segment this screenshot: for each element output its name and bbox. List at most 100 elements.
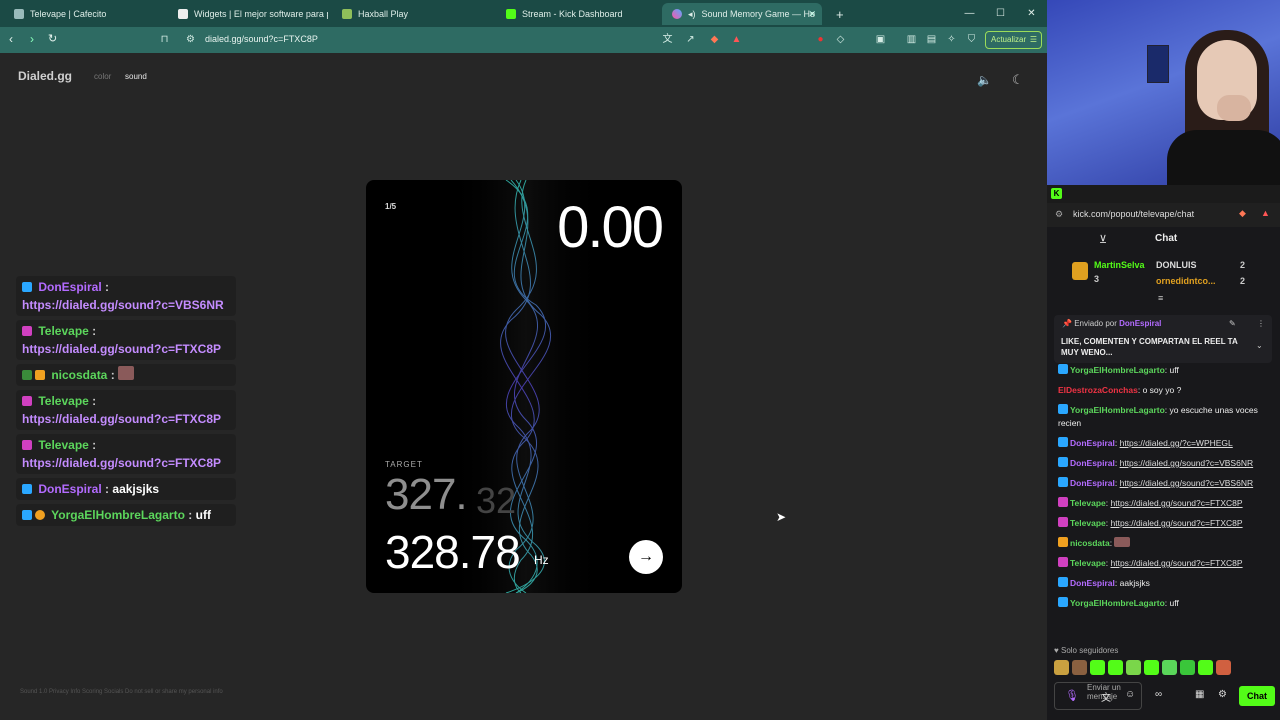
leaderboard-name[interactable]: ornedidntco... bbox=[1156, 276, 1216, 286]
expand-leaderboard-icon[interactable]: ≡ bbox=[1158, 293, 1163, 303]
site-settings-icon[interactable]: ⚙ bbox=[1055, 209, 1063, 220]
translate-icon[interactable]: 文 bbox=[1101, 689, 1111, 704]
chat-link[interactable]: https://dialed.gg/?c=WPHEGL bbox=[1120, 438, 1233, 448]
camera-icon[interactable]: ▣ bbox=[874, 33, 887, 46]
volume-icon[interactable]: 🔈 bbox=[977, 73, 992, 87]
brave-shield-icon[interactable]: ◆ bbox=[708, 33, 721, 46]
close-window-icon[interactable]: ✕ bbox=[1016, 0, 1047, 27]
send-chat-button[interactable]: Chat bbox=[1239, 686, 1275, 706]
tab-sound-memory-game[interactable]: ◂) Sound Memory Game — Ho ✕ bbox=[662, 3, 822, 25]
people-icon[interactable]: ∞ bbox=[1155, 689, 1162, 700]
chat-link[interactable]: https://dialed.gg/sound?c=VBS6NR bbox=[1120, 478, 1254, 488]
tab-favicon bbox=[342, 9, 352, 19]
vpn-icon[interactable]: ⛉ bbox=[965, 33, 978, 46]
gift-badge-icon bbox=[35, 510, 45, 520]
bookmark-icon[interactable]: ⊓ bbox=[158, 33, 171, 46]
chat-username[interactable]: Televape bbox=[1070, 518, 1106, 528]
share-icon[interactable]: ↗ bbox=[684, 33, 697, 46]
next-button[interactable]: → bbox=[629, 540, 663, 574]
tab-kick-dashboard[interactable]: Stream - Kick Dashboard bbox=[496, 3, 656, 25]
translate-icon[interactable]: 文 bbox=[661, 33, 674, 46]
emoji-icon[interactable]: ☺ bbox=[1125, 689, 1135, 700]
chevron-down-icon[interactable]: ⌄ bbox=[1256, 341, 1263, 350]
kick-url-field[interactable]: kick.com/popout/televape/chat bbox=[1073, 209, 1194, 219]
maximize-icon[interactable]: ☐ bbox=[985, 0, 1016, 27]
leaderboard-name[interactable]: DONLUIS bbox=[1156, 260, 1197, 270]
nav-color-link[interactable]: color bbox=[94, 72, 111, 81]
chat-username[interactable]: DonEspiral bbox=[1070, 478, 1115, 488]
extension-icon[interactable]: ● bbox=[814, 33, 827, 46]
emote-icon[interactable] bbox=[1180, 660, 1195, 675]
extension-icon[interactable]: ◇ bbox=[834, 33, 847, 46]
chat-link[interactable]: https://dialed.gg/sound?c=FTXC8P bbox=[1111, 518, 1243, 528]
chat-username[interactable]: DonEspiral bbox=[1070, 578, 1115, 588]
chat-username[interactable]: YorgaElHombreLagarto bbox=[1070, 405, 1165, 415]
target-value-fading: 32 bbox=[476, 480, 517, 521]
chat-message: DonEspiral: aakjsjks bbox=[1058, 577, 1270, 590]
more-options-icon[interactable]: ⋮ bbox=[1257, 319, 1265, 328]
leo-icon[interactable]: ✧ bbox=[945, 33, 958, 46]
chat-username[interactable]: YorgaElHombreLagarto bbox=[1070, 598, 1165, 608]
brave-shield-icon[interactable]: ◆ bbox=[1239, 208, 1246, 219]
leaderboard-count: 2 bbox=[1240, 260, 1246, 270]
wallet-icon[interactable]: ▤ bbox=[925, 33, 938, 46]
sidebar-icon[interactable]: ▥ bbox=[905, 33, 918, 46]
close-tab-icon[interactable]: ✕ bbox=[808, 9, 816, 20]
chat-username[interactable]: Televape bbox=[1070, 498, 1106, 508]
collapse-chat-icon[interactable]: ⊻ bbox=[1099, 233, 1107, 246]
store-icon[interactable]: ▦ bbox=[1195, 689, 1204, 700]
emote-icon[interactable] bbox=[1072, 660, 1087, 675]
overlay-message: DonEspiral : aakjsjks bbox=[16, 478, 236, 500]
emote-icon[interactable] bbox=[1108, 660, 1123, 675]
emote-icon[interactable] bbox=[1126, 660, 1141, 675]
chat-link[interactable]: https://dialed.gg/sound?c=VBS6NR bbox=[1120, 458, 1254, 468]
target-label: TARGET bbox=[385, 460, 423, 469]
menu-icon: ☰ bbox=[1029, 35, 1037, 44]
dialed-page: Dialed.gg color sound 🔈 ☾ 1/5 0.00 TARGE… bbox=[0, 53, 1047, 720]
chat-username[interactable]: ElDestrozaConchas bbox=[1058, 385, 1138, 395]
unpin-icon[interactable]: ✎ bbox=[1229, 319, 1236, 328]
chat-message: DonEspiral: https://dialed.gg/sound?c=VB… bbox=[1058, 457, 1270, 470]
tab-favicon bbox=[672, 9, 682, 19]
rewards-icon[interactable]: ▲ bbox=[730, 33, 743, 46]
minimize-icon[interactable]: — bbox=[954, 0, 985, 27]
chat-link[interactable]: https://dialed.gg/sound?c=FTXC8P bbox=[1111, 498, 1243, 508]
emote-icon[interactable] bbox=[1144, 660, 1159, 675]
dark-mode-icon[interactable]: ☾ bbox=[1012, 72, 1024, 88]
chat-username[interactable]: Televape bbox=[1070, 558, 1106, 568]
tab-televape-cafecito[interactable]: Televape | Cafecito bbox=[4, 3, 164, 25]
chat-username[interactable]: nicosdata bbox=[1070, 538, 1110, 548]
emote-icon[interactable] bbox=[1162, 660, 1177, 675]
leaderboard-name[interactable]: MartinSelva bbox=[1094, 260, 1145, 270]
new-tab-button[interactable]: + bbox=[826, 3, 846, 25]
chat-link[interactable]: https://dialed.gg/sound?c=FTXC8P bbox=[1111, 558, 1243, 568]
emote-icon[interactable] bbox=[1090, 660, 1105, 675]
chat-username[interactable]: DonEspiral bbox=[1070, 438, 1115, 448]
emote-icon[interactable] bbox=[1054, 660, 1069, 675]
frequency-unit: Hz bbox=[534, 553, 549, 567]
chat-username[interactable]: YorgaElHombreLagarto bbox=[1070, 365, 1165, 375]
site-logo[interactable]: Dialed.gg bbox=[18, 69, 72, 83]
chat-message: ElDestrozaConchas: o soy yo ? bbox=[1058, 385, 1182, 395]
rewards-icon[interactable]: ▲ bbox=[1261, 208, 1270, 218]
forward-icon[interactable]: › bbox=[30, 32, 34, 46]
overlay-username: Televape bbox=[38, 394, 89, 408]
emote-icon[interactable] bbox=[1198, 660, 1213, 675]
back-icon[interactable]: ‹ bbox=[9, 32, 13, 46]
badge-icon bbox=[1058, 437, 1068, 447]
badge-icon bbox=[22, 484, 32, 494]
overlay-message: YorgaElHombreLagarto : uff bbox=[16, 504, 236, 526]
tab-haxball[interactable]: Haxball Play bbox=[332, 3, 492, 25]
site-settings-icon[interactable]: ⚙ bbox=[184, 33, 197, 46]
tab-widgets[interactable]: Widgets | El mejor software para pot bbox=[168, 3, 328, 25]
badge-icon bbox=[1058, 477, 1068, 487]
settings-gear-icon[interactable]: ⚙ bbox=[1218, 689, 1227, 700]
heart-icon: ♥ bbox=[1054, 646, 1059, 655]
cat-emote-icon bbox=[1114, 537, 1131, 547]
url-field[interactable]: dialed.gg/sound?c=FTXC8P bbox=[205, 34, 318, 44]
reload-icon[interactable]: ↻ bbox=[48, 32, 57, 45]
update-button[interactable]: Actualizar ☰ bbox=[985, 31, 1042, 49]
nav-sound-link[interactable]: sound bbox=[125, 72, 147, 81]
emote-icon[interactable] bbox=[1216, 660, 1231, 675]
chat-username[interactable]: DonEspiral bbox=[1070, 458, 1115, 468]
